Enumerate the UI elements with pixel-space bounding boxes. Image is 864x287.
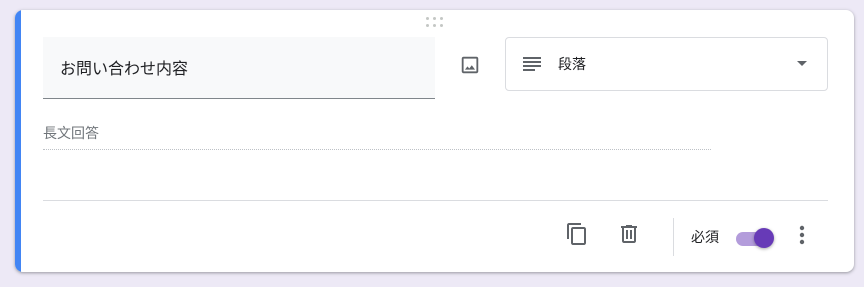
question-card[interactable]: 段落 長文回答 必須: [15, 10, 854, 272]
active-accent-bar: [15, 10, 21, 272]
add-image-button[interactable]: [455, 50, 485, 80]
question-type-label: 段落: [558, 57, 586, 73]
required-label: 必須: [691, 230, 719, 246]
question-title-input[interactable]: [43, 37, 420, 97]
delete-button[interactable]: [616, 221, 642, 247]
more-options-button[interactable]: [791, 222, 813, 248]
dropdown-arrow-icon: [797, 61, 807, 66]
paragraph-lines-icon: [523, 55, 541, 73]
question-title-field[interactable]: [43, 37, 435, 99]
footer-vertical-divider: [673, 218, 674, 256]
required-toggle[interactable]: [734, 227, 778, 249]
toggle-thumb: [754, 228, 774, 248]
copy-icon: [567, 223, 586, 245]
footer-divider: [43, 200, 828, 201]
long-answer-placeholder: 長文回答: [43, 123, 711, 150]
drag-handle-icon[interactable]: [426, 17, 444, 29]
image-icon: [461, 56, 479, 74]
more-vert-icon: [799, 225, 805, 245]
duplicate-button[interactable]: [564, 221, 590, 247]
question-type-dropdown[interactable]: 段落: [505, 37, 828, 91]
trash-icon: [621, 225, 637, 243]
